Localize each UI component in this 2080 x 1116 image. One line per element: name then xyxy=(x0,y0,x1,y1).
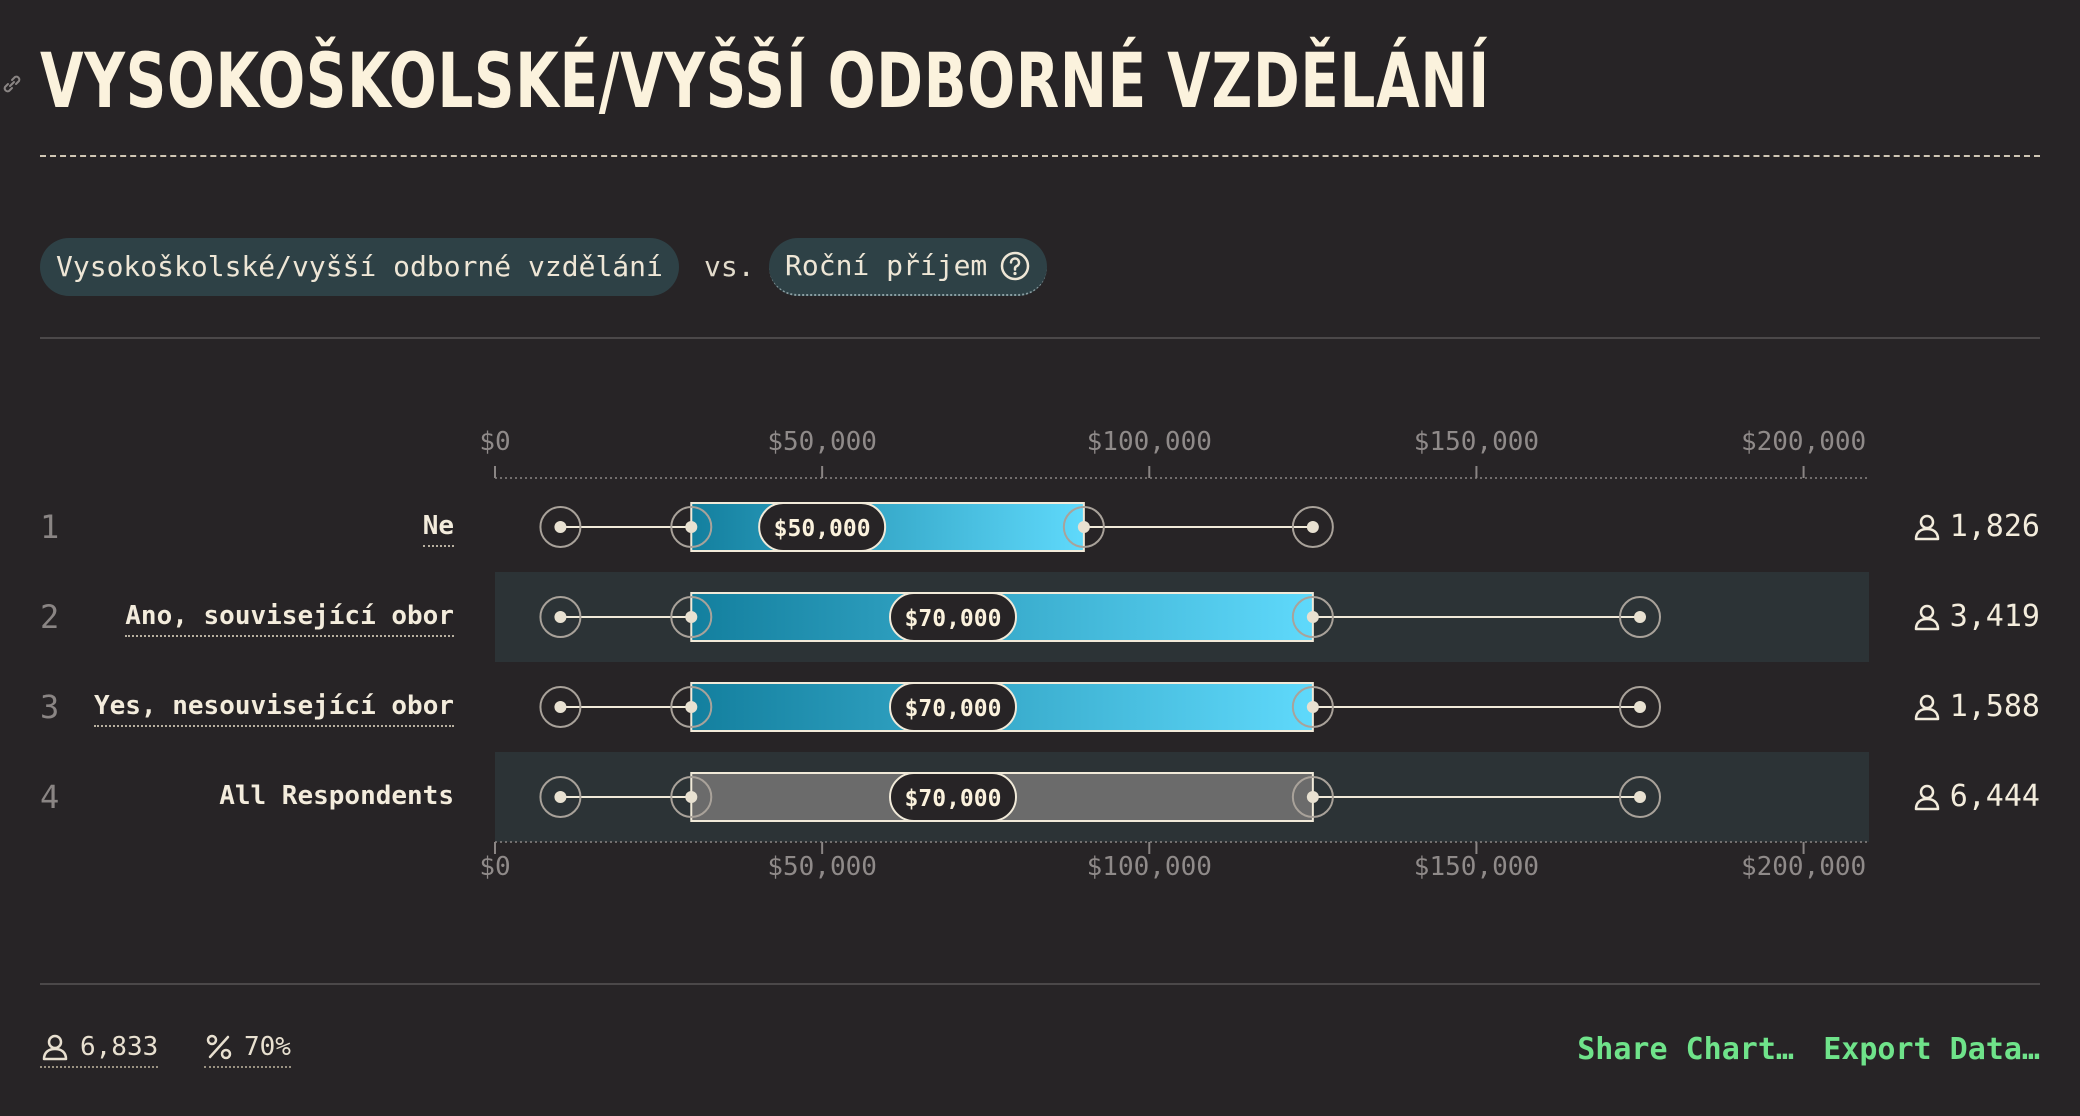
top-tick-label: $0 xyxy=(479,427,510,457)
whisker-low-marker-dot xyxy=(554,611,567,623)
vs-label: vs. xyxy=(704,250,755,283)
percent-value: 70% xyxy=(244,1032,291,1062)
percent-icon xyxy=(206,1034,232,1060)
q1-marker-dot xyxy=(685,611,698,623)
median-label: $50,000 xyxy=(774,516,871,542)
row-label: All Respondents xyxy=(219,781,454,811)
boxplot-row-1: $50,000 xyxy=(539,502,1334,552)
median-label: $70,000 xyxy=(905,696,1002,722)
q1-marker-dot xyxy=(685,521,698,533)
whisker-high-marker-dot xyxy=(1634,611,1646,623)
whisker-high-marker-dot xyxy=(1634,791,1646,803)
median-label: $70,000 xyxy=(905,606,1002,632)
bottom-tick-label: $50,000 xyxy=(767,852,877,882)
median-label: $70,000 xyxy=(905,786,1002,812)
boxplot-row-3: $70,000 xyxy=(539,682,1661,732)
bottom-tick-label: $100,000 xyxy=(1087,852,1212,882)
person-icon xyxy=(1914,784,1939,811)
whisker-low-marker-dot xyxy=(554,701,567,713)
person-icon xyxy=(42,1034,68,1061)
row-count-value: 3,419 xyxy=(1949,599,2040,634)
row-count-value: 1,588 xyxy=(1949,689,2040,724)
header-divider xyxy=(40,337,2040,339)
row-count-value: 6,444 xyxy=(1949,779,2040,814)
row-label[interactable]: Ano, související obor xyxy=(125,599,454,637)
top-tick-label: $200,000 xyxy=(1741,427,1866,457)
bottom-tick-label: $200,000 xyxy=(1741,852,1866,882)
whisker-low-marker-dot xyxy=(554,791,567,803)
person-icon xyxy=(1914,694,1939,721)
question-circle-icon[interactable] xyxy=(999,250,1031,282)
whisker-low-marker-dot xyxy=(554,521,567,533)
share-chart-button[interactable]: Share Chart… xyxy=(1577,1030,1794,1070)
row-count: 6,444 xyxy=(1912,777,2040,817)
row-count: 1,588 xyxy=(1912,687,2040,727)
bottom-tick-label: $0 xyxy=(479,852,510,882)
row-count-value: 1,826 xyxy=(1949,509,2040,544)
footer-divider xyxy=(40,983,2040,985)
q1-marker-dot xyxy=(685,701,698,713)
page-title: VYSOKOŠKOLSKÉ/VYŠŠÍ ODBORNÉ VZDĚLÁNÍ xyxy=(40,36,1490,125)
row-label[interactable]: Ne xyxy=(422,509,454,547)
top-tick-label: $150,000 xyxy=(1414,427,1539,457)
q3-marker-dot xyxy=(1077,521,1090,533)
x-variable-selector[interactable]: Vysokoškolské/vyšší odborné vzdělání xyxy=(40,238,679,296)
title-divider xyxy=(40,155,2040,157)
q1-marker-dot xyxy=(685,791,698,803)
row-count: 3,419 xyxy=(1912,597,2040,637)
q3-marker-dot xyxy=(1306,611,1319,623)
row-rank: 4 xyxy=(40,778,60,816)
bottom-tick-label: $150,000 xyxy=(1414,852,1539,882)
row-count: 1,826 xyxy=(1912,507,2040,547)
row-rank: 3 xyxy=(40,688,60,726)
row-label[interactable]: Yes, nesouvisející obor xyxy=(93,689,454,727)
y-variable-selector[interactable]: Roční příjem xyxy=(769,238,1048,296)
link-icon[interactable] xyxy=(0,72,24,96)
whisker-high-marker-dot xyxy=(1306,521,1319,533)
respondents-stat[interactable]: 6,833 xyxy=(40,1030,159,1068)
row-rank: 2 xyxy=(40,598,60,636)
whisker-high-marker-dot xyxy=(1634,701,1646,713)
q3-marker-dot xyxy=(1306,701,1319,713)
top-tick-label: $50,000 xyxy=(767,427,877,457)
row-rank: 1 xyxy=(40,508,60,546)
top-tick-label: $100,000 xyxy=(1087,427,1212,457)
percent-stat[interactable]: 70% xyxy=(204,1030,291,1068)
q3-marker-dot xyxy=(1306,791,1319,803)
iqr-box xyxy=(690,502,1085,552)
export-data-button[interactable]: Export Data… xyxy=(1823,1030,2040,1070)
y-variable-label: Roční příjem xyxy=(785,249,988,282)
person-icon xyxy=(1914,514,1939,541)
boxplot-chart: $0 $50,000 $100,000 $150,000 $200,000 $0 $50,0… xyxy=(479,427,1869,882)
respondents-count: 6,833 xyxy=(80,1032,159,1062)
person-icon xyxy=(1914,604,1939,631)
